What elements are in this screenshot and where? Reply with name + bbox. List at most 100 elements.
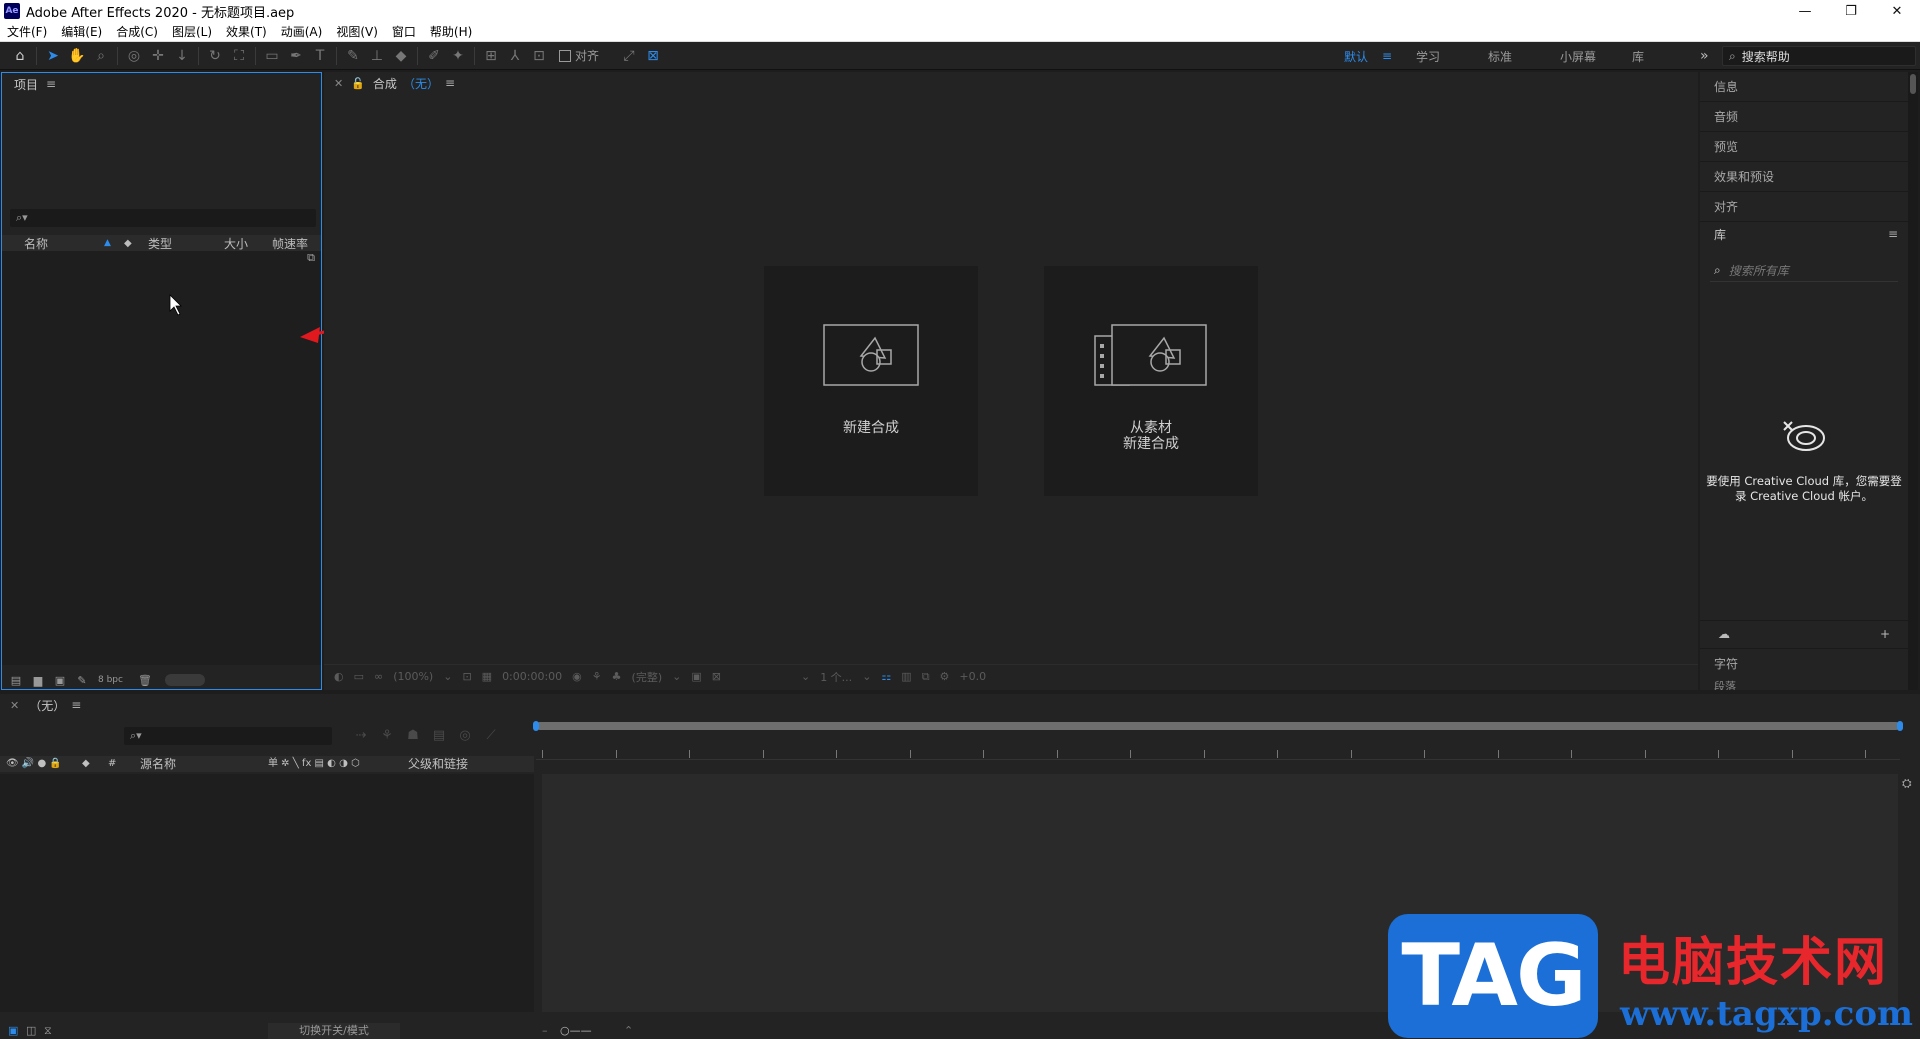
graph-editor-icon[interactable]: ⟋ [478,728,504,743]
zoom-in-icon[interactable]: ⌃ [624,1024,633,1037]
snapshot-icon[interactable]: ◉ [572,670,582,683]
reset-exposure-icon[interactable]: ⚙ [940,670,950,683]
grid-icon[interactable]: ⊠ [712,670,721,683]
rectangle-tool-icon[interactable]: ▭ [260,44,284,68]
column-type[interactable]: 类型 [148,235,172,252]
layer-switches-icon[interactable]: ▣ [8,1024,18,1037]
zoom-tool-icon[interactable]: ⌕ [89,44,113,68]
thumbnail-slider[interactable] [164,674,205,686]
switches-header[interactable]: 单 ✲ ╲ fx ▤ ◐ ◑ ⬡ [268,756,360,772]
panel-menu-icon[interactable]: ≡ [71,698,81,712]
panel-character[interactable]: 字符 [1700,648,1908,678]
pen-tool-icon[interactable]: ✒ [284,44,308,68]
clone-stamp-tool-icon[interactable]: ⊥ [365,44,389,68]
panel-menu-icon[interactable]: ≡ [1888,227,1898,241]
menu-edit[interactable]: 编辑(E) [54,23,109,40]
sort-ascending-icon[interactable]: ▲ [104,238,111,248]
project-search-input[interactable]: ⌕▾ [10,209,316,227]
roi-icon[interactable]: ▣ [691,670,701,683]
right-panel-scrollbar[interactable] [1908,72,1918,690]
close-tab-icon[interactable]: ✕ [334,77,343,90]
scrollbar-thumb[interactable] [1910,74,1916,94]
flowchart-icon[interactable]: ⧉ [307,251,315,265]
snapping-checkbox[interactable] [559,49,571,62]
menu-window[interactable]: 窗口 [385,23,423,40]
comp-mini-flowchart-icon[interactable]: ⇢ [348,728,374,743]
composition-panel[interactable]: ✕ 🔓 合成 （无） ≡ 新建合成 从素材 新建合成 ◐ ▭ ∞ (100%) … [324,72,1698,690]
label-tag-icon[interactable]: ◆ [124,238,132,249]
channel-icon[interactable]: ♣ [612,670,622,683]
snapping-toggle[interactable]: 对齐 [559,47,599,64]
in-out-icon[interactable]: ⧖ [44,1024,52,1038]
panel-paragraph[interactable]: 段落 [1700,678,1908,690]
column-size[interactable]: 大小 [224,235,248,252]
panel-audio[interactable]: 音频 [1700,102,1908,132]
zoom-slider[interactable]: ○—— [560,1024,592,1037]
views-dropdown[interactable]: 1 个... [820,669,852,685]
timecode-display[interactable]: 0:00:00:00 [502,670,562,683]
timeline-icon[interactable]: ▥ [901,670,911,683]
motion-blur-icon[interactable]: ◎ [452,728,478,743]
fast-preview-icon[interactable]: ⚏ [881,670,891,683]
flowchart-icon[interactable]: ⧉ [922,670,930,684]
new-comp-from-footage-card[interactable]: 从素材 新建合成 [1044,266,1258,496]
region-icon[interactable]: ⊡ [462,670,471,683]
zoom-dropdown[interactable]: (100%) [393,670,433,683]
project-panel[interactable]: 项目 ≡ ⌕▾ 名称 ▲ ◆ 类型 大小 帧速率 ⧉ ▤ ▆ ▣ ✎ 8 bpc… [1,72,513,690]
resolution-dropdown[interactable]: (完整) [632,669,663,685]
always-preview-icon[interactable]: ◐ [334,670,344,683]
column-parent-link[interactable]: 父级和链接 [408,756,468,772]
view-axis-icon[interactable]: ⊡ [527,44,551,68]
chevron-down-icon[interactable]: ⌄ [443,670,452,683]
orbit-camera-icon[interactable]: ◎ [122,44,146,68]
exposure-value[interactable]: +0.0 [959,670,986,683]
world-axis-icon[interactable]: ⅄ [503,44,527,68]
puppet-tool-icon[interactable]: ✦ [446,44,470,68]
new-folder-icon[interactable]: ▆ [30,674,46,687]
panel-effects-presets[interactable]: 效果和预设 [1700,162,1908,192]
help-search-input[interactable]: ⌕ 搜索帮助 [1722,46,1916,66]
cloud-sync-icon[interactable]: ☁ [1718,627,1730,641]
work-area-bar[interactable] [533,721,1903,731]
type-tool-icon[interactable]: T [308,44,332,68]
pan-camera-icon[interactable]: ✛ [146,44,170,68]
panel-preview[interactable]: 预览 [1700,132,1908,162]
comp-button-icon[interactable]: ⛭ [1902,776,1912,791]
time-ruler[interactable] [536,740,1900,760]
chevron-down-icon[interactable]: ⌄ [862,670,871,683]
menu-composition[interactable]: 合成(C) [109,23,165,40]
modes-icon[interactable]: ◫ [26,1024,36,1037]
chevron-down-icon[interactable]: ⌄ [801,670,810,683]
av-features-icons[interactable]: 👁 🔊 ● 🔒 [6,756,62,772]
transparency-icon[interactable]: ▦ [482,670,492,683]
pan-behind-tool-icon[interactable]: ⛶ [227,44,251,68]
home-icon[interactable]: ⌂ [8,44,32,68]
work-area-start-handle[interactable] [533,721,539,731]
dolly-camera-icon[interactable]: ↓ [170,44,194,68]
label-tag-icon[interactable]: ◆ [82,756,90,772]
new-composition-icon[interactable]: ▣ [52,674,68,687]
frame-blending-icon[interactable]: ▤ [426,728,452,743]
zoom-out-icon[interactable]: – [542,1024,548,1037]
show-snapshot-icon[interactable]: ⚘ [592,670,602,683]
minimize-button[interactable]: — [1782,0,1828,22]
workspace-small-screen[interactable]: 小屏幕 [1556,48,1628,65]
menu-effect[interactable]: 效果(T) [219,23,274,40]
work-area-end-handle[interactable] [1897,721,1903,731]
menu-view[interactable]: 视图(V) [329,23,385,40]
local-axis-icon[interactable]: ⊞ [479,44,503,68]
timeline-search-input[interactable]: ⌕▾ [124,727,332,745]
rotation-tool-icon[interactable]: ↻ [203,44,227,68]
workspace-standard[interactable]: 标准 [1484,48,1556,65]
panel-align[interactable]: 对齐 [1700,192,1908,222]
chevron-down-icon[interactable]: ⌄ [672,670,681,683]
add-icon[interactable]: + [1880,627,1890,641]
project-items-list[interactable]: ⧉ [2,251,513,665]
column-name[interactable]: 名称 [24,235,48,252]
close-window-button[interactable]: ✕ [1874,0,1920,22]
color-depth-label[interactable]: 8 bpc [98,675,123,685]
snap-icon[interactable]: ⤢ [617,44,641,68]
snap-grid-icon[interactable]: ⊠ [641,44,665,68]
panel-info[interactable]: 信息 [1700,72,1908,102]
library-search-input[interactable]: ⌕ 搜索所有库 [1710,260,1898,282]
